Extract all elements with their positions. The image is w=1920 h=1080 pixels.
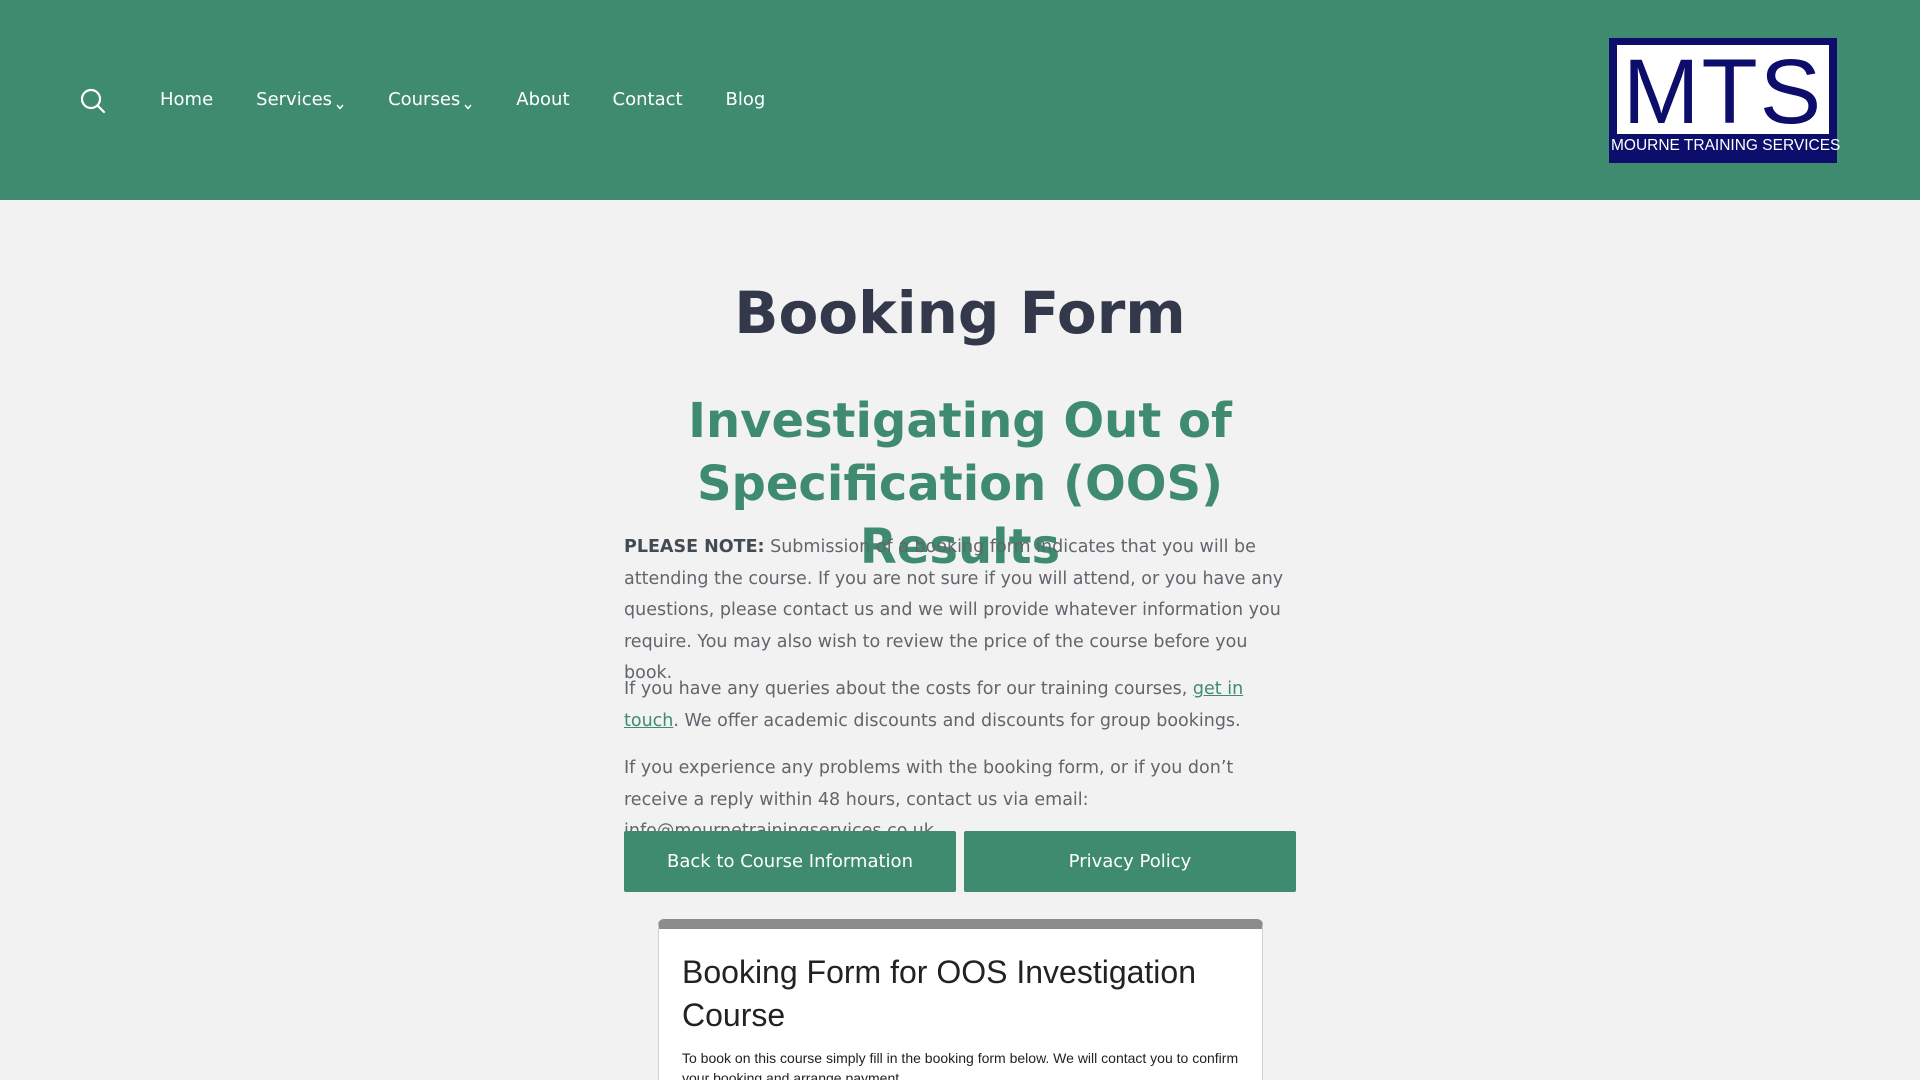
chevron-down-icon	[463, 96, 473, 110]
chevron-down-icon	[335, 96, 345, 110]
nav-item-label: About	[516, 88, 570, 110]
please-note-paragraph: PLEASE NOTE: Submission of a booking for…	[624, 532, 1296, 690]
nav-item-home[interactable]: Home	[160, 89, 213, 110]
form-title: Booking Form for OOS Investigation Cours…	[682, 954, 1196, 1033]
please-note-text: Submission of a booking form indicates t…	[624, 537, 1284, 683]
nav-item-label: Contact	[612, 88, 683, 110]
nav-item-contact[interactable]: Contact	[613, 89, 683, 110]
queries-text-before: If you have any queries about the costs …	[624, 679, 1193, 699]
nav-item-courses[interactable]: Courses	[388, 89, 473, 110]
nav-item-label: Courses	[388, 88, 461, 110]
logo-mark: MTS	[1617, 45, 1829, 138]
page-title: Booking Form	[734, 279, 1186, 347]
search-icon[interactable]	[78, 86, 108, 116]
nav-item-label: Home	[160, 88, 214, 110]
queries-text-after: . We offer academic discounts and discou…	[673, 710, 1241, 731]
logo-subtitle: MOURNE TRAINING SERVICES	[1611, 137, 1841, 154]
nav-item-blog[interactable]: Blog	[726, 89, 766, 110]
nav-item-label: Services	[256, 88, 333, 110]
main-nav: Home Services Courses About Contact Blog	[160, 86, 808, 112]
booking-form-card: Booking Form for OOS Investigation Cours…	[658, 919, 1263, 1080]
nav-item-services[interactable]: Services	[256, 89, 345, 110]
logo-text: MTS	[1622, 40, 1824, 143]
form-description: To book on this course simply fill in th…	[682, 1050, 1239, 1080]
queries-paragraph: If you have any queries about the costs …	[624, 674, 1296, 737]
nav-item-label: Blog	[725, 88, 766, 110]
back-to-course-button[interactable]: Back to Course Information	[624, 831, 956, 892]
privacy-policy-button[interactable]: Privacy Policy	[964, 831, 1296, 892]
please-note-label: PLEASE NOTE:	[624, 537, 765, 557]
site-logo[interactable]: MTS MOURNE TRAINING SERVICES	[1609, 38, 1841, 163]
nav-item-about[interactable]: About	[516, 89, 569, 110]
site-header: Home Services Courses About Contact Blog…	[0, 0, 1920, 200]
